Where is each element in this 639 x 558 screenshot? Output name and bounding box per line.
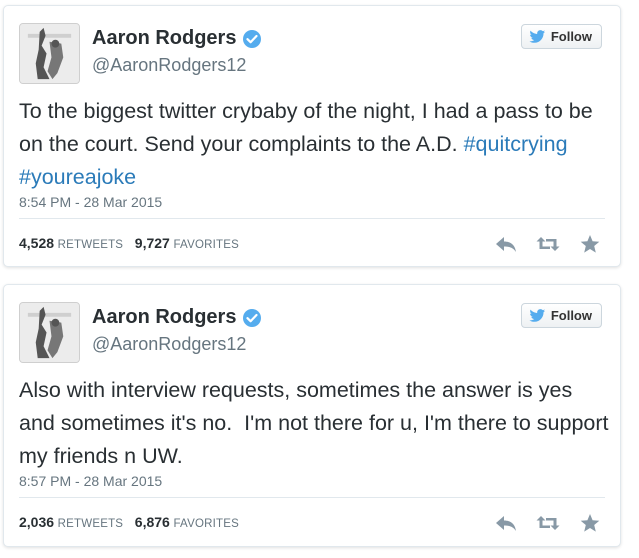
tweet-card: Aaron Rodgers @AaronRodgers12 Follow To … — [3, 5, 621, 267]
retweet-icon[interactable] — [536, 234, 560, 254]
reply-icon[interactable] — [494, 234, 518, 254]
twitter-bird-icon — [529, 308, 546, 323]
star-icon[interactable] — [578, 513, 602, 533]
user-handle[interactable]: @AaronRodgers12 — [92, 334, 246, 355]
reply-icon[interactable] — [494, 513, 518, 533]
follow-button[interactable]: Follow — [520, 303, 602, 328]
avatar[interactable] — [19, 23, 80, 84]
tweet-actions — [494, 513, 602, 533]
user-handle[interactable]: @AaronRodgers12 — [92, 55, 246, 76]
avatar[interactable] — [19, 302, 80, 363]
timestamp[interactable]: 8:54 PM - 28 Mar 2015 — [19, 194, 162, 210]
favorite-label: FAVORITES — [173, 239, 239, 251]
verified-badge-icon — [242, 308, 262, 328]
favorite-count[interactable]: 6,876 — [135, 514, 170, 530]
hashtag-link[interactable]: #youreajoke — [19, 165, 136, 189]
tweet-actions — [494, 234, 602, 254]
follow-button[interactable]: Follow — [520, 24, 602, 49]
tweet-stats: 4,528 RETWEETS 9,727 FAVORITES — [19, 235, 247, 251]
tweet-card: Aaron Rodgers @AaronRodgers12 Follow Als… — [3, 284, 621, 547]
retweet-label: RETWEETS — [57, 239, 124, 251]
display-name[interactable]: Aaron Rodgers — [92, 306, 236, 329]
tweet-text: To the biggest twitter crybaby of the ni… — [19, 95, 609, 194]
retweet-icon[interactable] — [536, 513, 560, 533]
retweet-count[interactable]: 4,528 — [19, 235, 54, 251]
divider — [19, 497, 605, 498]
twitter-bird-icon — [529, 29, 546, 44]
hashtag-link[interactable]: #quitcrying — [464, 132, 568, 156]
verified-badge-icon — [242, 29, 262, 49]
follow-button-label: Follow — [550, 308, 592, 323]
timestamp[interactable]: 8:57 PM - 28 Mar 2015 — [19, 473, 162, 489]
star-icon[interactable] — [578, 234, 602, 254]
follow-button-label: Follow — [550, 29, 592, 44]
retweet-count[interactable]: 2,036 — [19, 514, 54, 530]
tweet-stats: 2,036 RETWEETS 6,876 FAVORITES — [19, 514, 247, 530]
favorite-label: FAVORITES — [173, 518, 239, 530]
retweet-label: RETWEETS — [57, 518, 124, 530]
tweet-text: Also with interview requests, sometimes … — [19, 378, 615, 468]
display-name[interactable]: Aaron Rodgers — [92, 27, 236, 50]
favorite-count[interactable]: 9,727 — [135, 235, 170, 251]
divider — [19, 218, 605, 219]
